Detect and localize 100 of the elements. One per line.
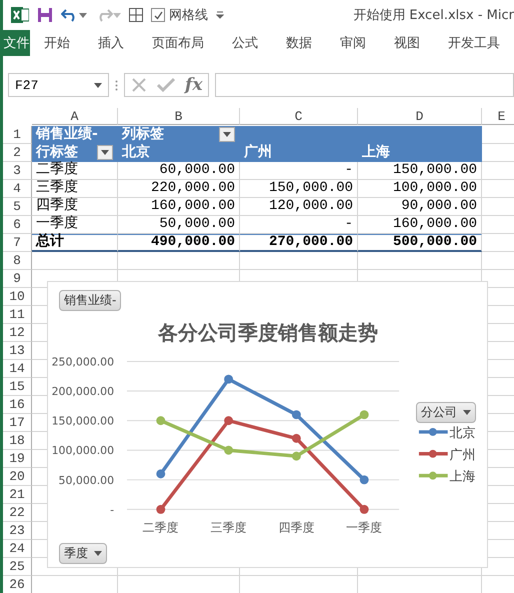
data-point xyxy=(360,475,369,484)
column-header[interactable]: B xyxy=(118,108,240,125)
name-box[interactable]: F27 xyxy=(8,73,109,97)
checkbox-label: 网格线 xyxy=(169,7,208,24)
row-number[interactable]: 19 xyxy=(3,450,32,468)
axis-label: 150,000.00 xyxy=(52,414,114,428)
data-point xyxy=(360,504,369,514)
row-number[interactable]: 21 xyxy=(3,486,32,504)
ribbon-tab[interactable]: 审阅 xyxy=(326,30,380,56)
row-number[interactable]: 5 xyxy=(3,198,32,216)
ribbon-tab[interactable]: 页面布局 xyxy=(138,30,218,56)
caret-icon xyxy=(94,82,102,88)
row-number[interactable]: 26 xyxy=(3,576,32,593)
caret-icon xyxy=(79,12,87,18)
window-title: 开始使用 Excel.xlsx - Micr xyxy=(353,7,514,24)
column-header[interactable]: A xyxy=(32,108,118,125)
caret-icon xyxy=(94,551,102,556)
field-button[interactable]: 季度 xyxy=(59,543,107,564)
row-number[interactable]: 18 xyxy=(3,432,32,450)
axis-label: 50,000.00 xyxy=(58,474,114,487)
axis-label: 一季度 xyxy=(346,520,382,534)
column-header[interactable]: D xyxy=(358,108,482,125)
table-cell: 120,000.00 xyxy=(240,198,358,216)
field-button[interactable]: 销售业绩- xyxy=(59,290,122,311)
ribbon-tab[interactable]: 公式 xyxy=(218,30,272,56)
ribbon-tab[interactable]: 开发工具 xyxy=(434,30,514,56)
table-cell: 总计 xyxy=(32,234,118,252)
table-cell: 北京 xyxy=(118,144,240,162)
row-number[interactable]: 4 xyxy=(3,180,32,198)
caret-icon xyxy=(113,12,121,18)
table-cell: 上海 xyxy=(358,144,482,162)
table-cell: 一季度 xyxy=(32,216,118,234)
row-number[interactable]: 7 xyxy=(3,234,32,252)
table-cell: 二季度 xyxy=(32,162,118,180)
row-number[interactable]: 8 xyxy=(3,252,32,270)
file-tab[interactable]: 文件 xyxy=(3,30,30,56)
table-cell: 60,000.00 xyxy=(118,162,240,180)
ribbon-tab[interactable]: 视图 xyxy=(380,30,434,56)
field-button[interactable]: 分公司 xyxy=(416,402,476,423)
table-cell: 列标签 xyxy=(122,126,164,143)
check-icon[interactable] xyxy=(157,77,175,93)
row-number[interactable]: 10 xyxy=(3,288,32,306)
table-cell: 220,000.00 xyxy=(118,180,240,198)
customize-toolbar-icon[interactable] xyxy=(216,11,224,19)
axis-label: 250,000.00 xyxy=(52,355,114,368)
caret-icon xyxy=(223,132,231,137)
table-cell: 三季度 xyxy=(32,180,118,198)
table-cell: 行标签 xyxy=(36,144,78,161)
row-number[interactable]: 20 xyxy=(3,468,32,486)
data-point xyxy=(156,504,166,514)
table-cell: 50,000.00 xyxy=(118,216,240,234)
row-number[interactable]: 23 xyxy=(3,522,32,540)
spreadsheet-logo-icon[interactable] xyxy=(11,6,29,24)
legend-key-icon xyxy=(418,472,448,480)
ribbon-tab[interactable]: 开始 xyxy=(30,30,84,56)
axis-label: 100,000.00 xyxy=(52,444,114,458)
table-cell: 150,000.00 xyxy=(240,180,358,198)
row-number[interactable]: 16 xyxy=(3,396,32,414)
row-number[interactable]: 25 xyxy=(3,558,32,576)
filter-dropdown-button[interactable] xyxy=(97,145,113,160)
row-number[interactable]: 12 xyxy=(3,324,32,342)
formula-input[interactable] xyxy=(215,73,514,97)
caret-icon xyxy=(101,150,109,155)
column-header[interactable]: C xyxy=(240,108,358,125)
table-cell: - xyxy=(240,162,358,180)
row-number[interactable]: 15 xyxy=(3,378,32,396)
chart-title: 各分公司季度销售额走势 xyxy=(158,320,378,345)
table-cell: 100,000.00 xyxy=(358,180,482,198)
row-number[interactable]: 6 xyxy=(3,216,32,234)
data-point xyxy=(224,446,234,455)
legend-label: 上海 xyxy=(450,470,476,485)
legend-key-icon xyxy=(418,428,448,436)
row-number[interactable]: 11 xyxy=(3,306,32,324)
ribbon-tab[interactable]: 数据 xyxy=(272,30,326,56)
table-cell: 160,000.00 xyxy=(358,216,482,234)
data-point xyxy=(292,410,301,420)
row-number[interactable]: 17 xyxy=(3,414,32,432)
legend-label: 广州 xyxy=(450,448,476,463)
row-number[interactable]: 24 xyxy=(3,540,32,558)
data-point xyxy=(292,434,301,443)
table-cell: 广州 xyxy=(240,144,358,162)
row-number[interactable]: 13 xyxy=(3,342,32,360)
axis-label: 二季度 xyxy=(142,520,179,534)
table-cell: 490,000.00 xyxy=(118,234,240,252)
filter-dropdown-button[interactable] xyxy=(219,127,235,142)
row-number[interactable]: 14 xyxy=(3,360,32,378)
table-cell: - xyxy=(240,216,358,234)
row-number[interactable]: 9 xyxy=(3,270,32,288)
insert-function-button[interactable]: fx xyxy=(185,75,202,95)
axis-label: 四季度 xyxy=(278,520,314,534)
row-number[interactable]: 22 xyxy=(3,504,32,522)
table-cell: 四季度 xyxy=(32,198,118,216)
axis-label: 200,000.00 xyxy=(52,385,114,398)
borders-icon[interactable] xyxy=(129,8,143,22)
gridlines-checkbox[interactable] xyxy=(151,8,165,22)
axis-label: 三季度 xyxy=(210,520,247,534)
table-cell: 150,000.00 xyxy=(358,162,482,180)
ribbon-tab[interactable]: 插入 xyxy=(84,30,138,56)
row-number[interactable]: 3 xyxy=(3,162,32,180)
legend-key-icon xyxy=(418,450,448,458)
